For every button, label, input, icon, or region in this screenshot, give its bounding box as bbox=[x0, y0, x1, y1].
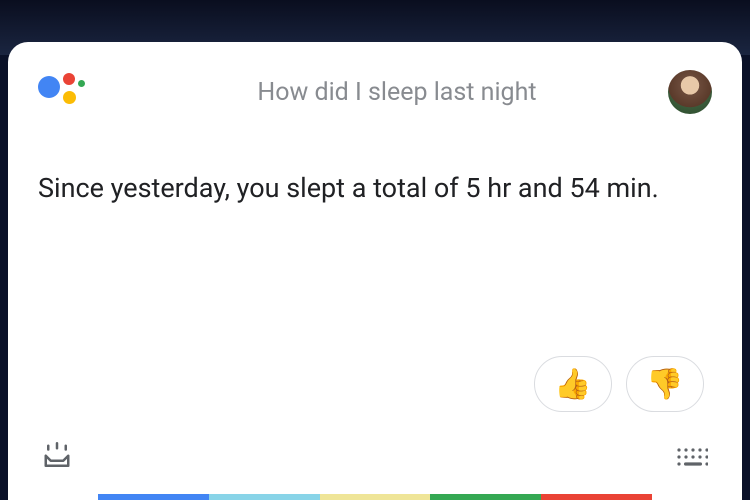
thumbs-up-icon: 👍 bbox=[554, 367, 591, 402]
bottom-toolbar bbox=[38, 442, 712, 500]
assistant-accent-bar bbox=[98, 494, 652, 500]
thumbs-down-icon: 👎 bbox=[646, 367, 683, 402]
keyboard-icon[interactable] bbox=[676, 447, 708, 471]
thumbs-down-button[interactable]: 👎 bbox=[626, 356, 704, 412]
explore-icon[interactable] bbox=[42, 442, 72, 476]
user-avatar[interactable] bbox=[668, 70, 712, 114]
card-header: How did I sleep last night bbox=[38, 70, 712, 114]
thumbs-up-button[interactable]: 👍 bbox=[534, 356, 612, 412]
assistant-response-text: Since yesterday, you slept a total of 5 … bbox=[38, 169, 712, 208]
assistant-logo-icon bbox=[38, 73, 86, 111]
assistant-card: How did I sleep last night Since yesterd… bbox=[8, 42, 742, 500]
feedback-row: 👍 👎 bbox=[38, 356, 712, 412]
user-query-text: How did I sleep last night bbox=[146, 78, 648, 107]
